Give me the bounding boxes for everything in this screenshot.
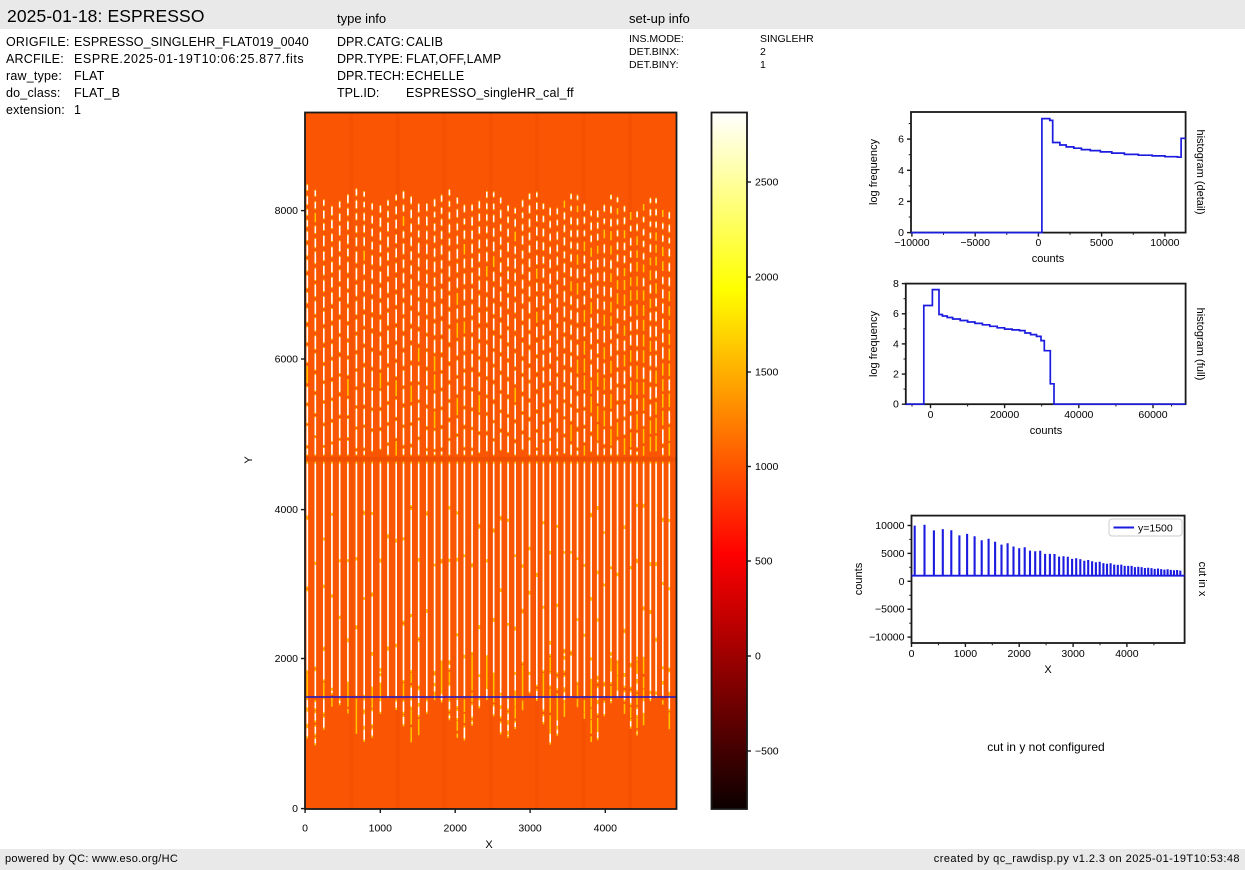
svg-text:2000: 2000 xyxy=(444,823,468,835)
svg-text:20000: 20000 xyxy=(990,409,1019,421)
svg-text:0: 0 xyxy=(1035,237,1041,249)
svg-text:60000: 60000 xyxy=(1138,409,1167,421)
svg-text:0: 0 xyxy=(928,409,934,421)
svg-text:0: 0 xyxy=(909,648,915,660)
svg-text:10000: 10000 xyxy=(1150,237,1179,249)
svg-text:6000: 6000 xyxy=(275,354,299,366)
svg-text:4: 4 xyxy=(898,165,904,177)
svg-text:y=1500: y=1500 xyxy=(1138,523,1173,535)
svg-text:2000: 2000 xyxy=(1008,648,1032,660)
svg-text:−10000: −10000 xyxy=(869,632,904,644)
svg-text:6: 6 xyxy=(898,134,904,146)
svg-text:500: 500 xyxy=(755,556,773,568)
svg-text:3000: 3000 xyxy=(1061,648,1085,660)
svg-text:4000: 4000 xyxy=(1115,648,1139,660)
svg-text:log frequency: log frequency xyxy=(868,310,880,377)
svg-text:3000: 3000 xyxy=(518,823,542,835)
svg-text:5000: 5000 xyxy=(1090,237,1114,249)
svg-text:counts: counts xyxy=(1032,253,1065,265)
svg-text:4000: 4000 xyxy=(275,504,299,516)
svg-text:40000: 40000 xyxy=(1064,409,1093,421)
svg-text:5000: 5000 xyxy=(881,548,905,560)
svg-text:2000: 2000 xyxy=(755,272,779,284)
svg-text:0: 0 xyxy=(292,803,298,815)
svg-text:8: 8 xyxy=(893,278,899,290)
svg-text:0: 0 xyxy=(302,823,308,835)
svg-text:X: X xyxy=(1044,664,1052,676)
svg-text:0: 0 xyxy=(898,227,904,239)
svg-text:1000: 1000 xyxy=(369,823,393,835)
svg-text:counts: counts xyxy=(1030,425,1063,437)
svg-text:0: 0 xyxy=(755,651,761,663)
svg-text:2: 2 xyxy=(893,369,899,381)
svg-text:X: X xyxy=(485,839,493,851)
svg-text:2: 2 xyxy=(898,196,904,208)
svg-text:8000: 8000 xyxy=(275,205,299,217)
svg-text:1000: 1000 xyxy=(954,648,978,660)
svg-text:−5000: −5000 xyxy=(875,604,905,616)
svg-text:2500: 2500 xyxy=(755,177,779,189)
svg-text:1000: 1000 xyxy=(755,461,779,473)
svg-text:cut in y not configured: cut in y not configured xyxy=(987,740,1104,754)
svg-text:histogram (full): histogram (full) xyxy=(1194,308,1206,381)
svg-text:−5000: −5000 xyxy=(960,237,990,249)
svg-text:histogram (detail): histogram (detail) xyxy=(1194,130,1206,215)
svg-text:0: 0 xyxy=(893,399,899,411)
svg-text:0: 0 xyxy=(899,576,905,588)
svg-text:log frequency: log frequency xyxy=(868,138,880,205)
svg-text:4000: 4000 xyxy=(594,823,618,835)
svg-text:4: 4 xyxy=(893,338,899,350)
svg-text:10000: 10000 xyxy=(875,520,904,532)
svg-text:2000: 2000 xyxy=(275,653,299,665)
svg-text:6: 6 xyxy=(893,308,899,320)
svg-text:1500: 1500 xyxy=(755,367,779,379)
svg-text:Y: Y xyxy=(243,456,255,464)
svg-text:counts: counts xyxy=(853,562,865,595)
svg-text:cut in x: cut in x xyxy=(1196,562,1208,597)
svg-text:−500: −500 xyxy=(755,746,779,758)
